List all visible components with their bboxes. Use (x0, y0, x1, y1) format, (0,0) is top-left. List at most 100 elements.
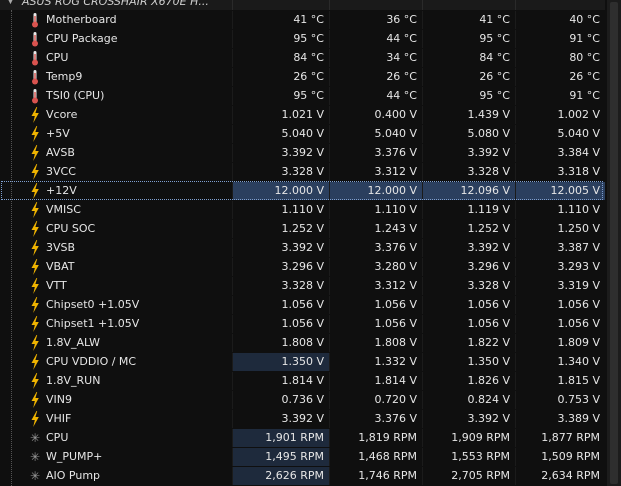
sensor-name-cell: ✳ CPU (0, 428, 232, 447)
sensor-row[interactable]: Motherboard 41 °C 36 °C 41 °C 40 °C (0, 10, 605, 29)
sensor-name: 3VCC (46, 165, 76, 178)
vertical-scrollbar[interactable] (607, 0, 621, 486)
sensor-row[interactable]: +12V 12.000 V 12.000 V 12.096 V 12.005 V (0, 181, 605, 200)
sensor-row[interactable]: +5V 5.040 V 5.040 V 5.080 V 5.040 V (0, 124, 605, 143)
sensor-name-cell: 3VSB (0, 238, 232, 257)
sensor-value-2: 1,468 RPM (329, 447, 422, 466)
sensor-value-2: 44 °C (329, 29, 422, 48)
sensor-value-3: 1.119 V (422, 200, 515, 219)
sensor-value-1: 1.252 V (232, 219, 329, 238)
sensor-value-1: 3.392 V (232, 238, 329, 257)
sensor-value-2: 0.400 V (329, 105, 422, 124)
sensor-row[interactable]: ✳ W_PUMP+ 1,495 RPM 1,468 RPM 1,553 RPM 1,509… (0, 447, 605, 466)
sensor-row[interactable]: Vcore 1.021 V 0.400 V 1.439 V 1.002 V (0, 105, 605, 124)
tree-guide-line (11, 10, 12, 486)
sensor-value-3: 84 °C (422, 48, 515, 67)
lightning-icon (29, 353, 41, 370)
sensor-value-1: 1,901 RPM (232, 428, 329, 447)
lightning-icon (29, 277, 41, 294)
sensor-value-3: 3.296 V (422, 257, 515, 276)
sensor-value-2: 3.312 V (329, 276, 422, 295)
scrollbar-thumb[interactable] (610, 2, 618, 484)
sensor-row[interactable]: CPU 84 °C 34 °C 84 °C 80 °C (0, 48, 605, 67)
sensor-row[interactable]: 1.8V_ALW 1.808 V 1.808 V 1.822 V 1.809 V (0, 333, 605, 352)
collapse-chevron-icon[interactable]: ▼ (7, 0, 14, 6)
sensor-value-4: 3.384 V (515, 143, 605, 162)
lightning-icon (29, 372, 41, 389)
sensor-table: ▼ ASUS ROG CROSSHAIR X670E H... Motherbo… (0, 0, 605, 485)
sensor-value-2: 0.720 V (329, 390, 422, 409)
lightning-icon (29, 410, 41, 427)
sensor-value-4: 3.318 V (515, 162, 605, 181)
sensor-value-4: 1,877 RPM (515, 428, 605, 447)
sensor-value-3: 41 °C (422, 10, 515, 29)
sensor-name-cell: VIN9 (0, 390, 232, 409)
sensor-name-cell: TSI0 (CPU) (0, 86, 232, 105)
sensor-name-cell: +12V (0, 181, 232, 200)
sensor-value-1: 1.021 V (232, 105, 329, 124)
sensor-value-3: 1.822 V (422, 333, 515, 352)
sensor-name: Chipset1 +1.05V (46, 317, 140, 330)
sensor-value-1: 1.808 V (232, 333, 329, 352)
sensor-value-3: 1,909 RPM (422, 428, 515, 447)
sensor-value-2: 1.243 V (329, 219, 422, 238)
lightning-icon (29, 163, 41, 180)
sensor-row[interactable]: Chipset0 +1.05V 1.056 V 1.056 V 1.056 V 1.05… (0, 295, 605, 314)
sensor-row[interactable]: 1.8V_RUN 1.814 V 1.814 V 1.826 V 1.815 V (0, 371, 605, 390)
sensor-value-1: 26 °C (232, 67, 329, 86)
sensor-row[interactable]: VBAT 3.296 V 3.280 V 3.296 V 3.293 V (0, 257, 605, 276)
sensor-value-1: 3.392 V (232, 143, 329, 162)
sensor-row[interactable]: ✳ CPU 1,901 RPM 1,819 RPM 1,909 RPM 1,877 RPM (0, 428, 605, 447)
sensor-value-3: 1,553 RPM (422, 447, 515, 466)
sensor-name: VIN9 (46, 393, 72, 406)
sensor-value-2: 1.814 V (329, 371, 422, 390)
sensor-value-4: 1.809 V (515, 333, 605, 352)
sensor-row[interactable]: CPU VDDIO / MC 1.350 V 1.332 V 1.350 V 1.340… (0, 352, 605, 371)
sensor-row[interactable]: CPU SOC 1.252 V 1.243 V 1.252 V 1.250 V (0, 219, 605, 238)
sensor-value-4: 1.056 V (515, 314, 605, 333)
sensor-row[interactable]: VIN9 0.736 V 0.720 V 0.824 V 0.753 V (0, 390, 605, 409)
sensor-name: CPU (46, 431, 69, 444)
sensor-name-cell: VMISC (0, 200, 232, 219)
sensor-value-3: 1.826 V (422, 371, 515, 390)
sensor-row[interactable]: CPU Package 95 °C 44 °C 95 °C 91 °C (0, 29, 605, 48)
sensor-value-3: 3.392 V (422, 143, 515, 162)
sensor-row[interactable]: ✳ AIO Pump 2,626 RPM 1,746 RPM 2,705 RPM 2,63… (0, 466, 605, 485)
sensor-value-2: 12.000 V (329, 181, 422, 200)
device-label: ASUS ROG CROSSHAIR X670E H... (22, 0, 209, 8)
sensor-value-2: 1.332 V (329, 352, 422, 371)
sensor-name-cell: VTT (0, 276, 232, 295)
sensor-value-1: 1.056 V (232, 314, 329, 333)
sensor-row[interactable]: 3VSB 3.392 V 3.376 V 3.392 V 3.387 V (0, 238, 605, 257)
fan-icon: ✳ (29, 449, 41, 464)
sensor-row[interactable]: Chipset1 +1.05V 1.056 V 1.056 V 1.056 V 1.05… (0, 314, 605, 333)
sensor-row[interactable]: VTT 3.328 V 3.312 V 3.328 V 3.319 V (0, 276, 605, 295)
sensor-row[interactable]: VHIF 3.392 V 3.376 V 3.392 V 3.389 V (0, 409, 605, 428)
sensor-name: 1.8V_RUN (46, 374, 101, 387)
sensor-value-1: 3.328 V (232, 162, 329, 181)
sensor-name-cell: Chipset0 +1.05V (0, 295, 232, 314)
sensor-row[interactable]: 3VCC 3.328 V 3.312 V 3.328 V 3.318 V (0, 162, 605, 181)
sensor-name: W_PUMP+ (46, 450, 103, 463)
sensor-name: +12V (46, 184, 77, 197)
sensor-value-3: 5.080 V (422, 124, 515, 143)
sensor-name: +5V (46, 127, 70, 140)
sensor-name-cell: 1.8V_ALW (0, 333, 232, 352)
sensor-value-4: 1.056 V (515, 295, 605, 314)
sensor-name-cell: 1.8V_RUN (0, 371, 232, 390)
lightning-icon (29, 125, 41, 142)
sensor-name: VBAT (46, 260, 75, 273)
sensor-row[interactable]: VMISC 1.110 V 1.110 V 1.119 V 1.110 V (0, 200, 605, 219)
sensor-row[interactable]: AVSB 3.392 V 3.376 V 3.392 V 3.384 V (0, 143, 605, 162)
device-header-row[interactable]: ▼ ASUS ROG CROSSHAIR X670E H... (0, 0, 605, 10)
sensor-value-2: 1.808 V (329, 333, 422, 352)
lightning-icon (29, 106, 41, 123)
sensor-value-4: 12.005 V (515, 181, 605, 200)
sensor-row[interactable]: TSI0 (CPU) 95 °C 44 °C 95 °C 91 °C (0, 86, 605, 105)
sensor-value-3: 95 °C (422, 29, 515, 48)
sensor-row[interactable]: Temp9 26 °C 26 °C 26 °C 26 °C (0, 67, 605, 86)
sensor-value-1: 1.056 V (232, 295, 329, 314)
sensor-value-2: 3.376 V (329, 409, 422, 428)
sensor-value-4: 1,509 RPM (515, 447, 605, 466)
sensor-value-1: 1.350 V (232, 352, 329, 371)
